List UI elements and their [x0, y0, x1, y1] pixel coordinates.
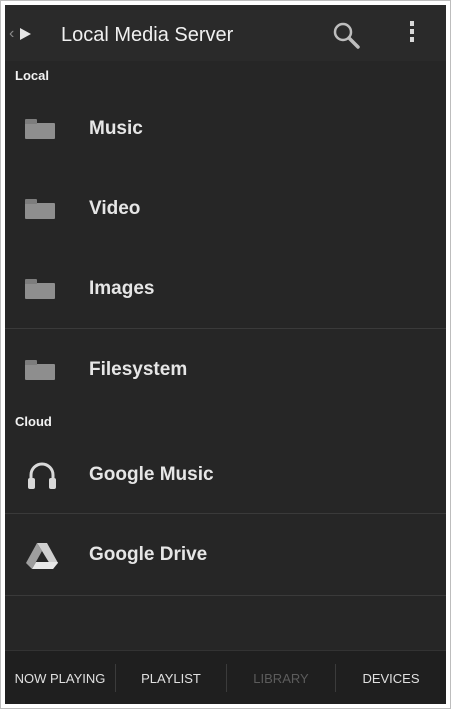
list-item-label: Video — [89, 198, 141, 219]
device-frame: ‹ Local Media Server Local Music Video I… — [0, 0, 451, 709]
google-drive-icon — [23, 539, 61, 571]
folder-icon — [23, 273, 61, 305]
divider — [5, 328, 446, 329]
divider — [5, 595, 446, 596]
section-header-cloud: Cloud — [15, 414, 52, 429]
bottom-tab-bar: NOW PLAYING PLAYLIST LIBRARY DEVICES — [5, 650, 446, 704]
list-item-label: Filesystem — [89, 359, 188, 380]
list-item-filesystem[interactable]: Filesystem — [5, 330, 446, 410]
tab-devices[interactable]: DEVICES — [336, 651, 446, 704]
tab-library[interactable]: LIBRARY — [227, 651, 335, 704]
action-bar: ‹ Local Media Server — [5, 5, 446, 61]
overflow-menu-icon[interactable] — [405, 21, 419, 51]
list-item-music[interactable]: Music — [5, 89, 446, 169]
folder-icon — [23, 354, 61, 386]
folder-icon — [23, 113, 61, 145]
app-screen: ‹ Local Media Server Local Music Video I… — [5, 5, 446, 704]
page-title: Local Media Server — [61, 24, 234, 46]
divider — [5, 513, 446, 514]
chevron-left-icon: ‹ — [9, 25, 15, 42]
section-header-local: Local — [15, 68, 49, 83]
list-item-label: Google Music — [89, 464, 214, 485]
list-item-google-drive[interactable]: Google Drive — [5, 515, 446, 595]
headphones-icon — [23, 459, 61, 491]
list-item-label: Google Drive — [89, 544, 208, 565]
list-item-google-music[interactable]: Google Music — [5, 435, 446, 515]
folder-icon — [23, 193, 61, 225]
up-navigation[interactable]: ‹ — [9, 25, 32, 43]
list-item-images[interactable]: Images — [5, 249, 446, 329]
tab-now-playing[interactable]: NOW PLAYING — [5, 651, 115, 704]
list-item-video[interactable]: Video — [5, 169, 446, 249]
search-icon[interactable] — [330, 20, 364, 50]
tab-playlist[interactable]: PLAYLIST — [116, 651, 226, 704]
list-item-label: Music — [89, 118, 143, 139]
list-item-label: Images — [89, 278, 155, 299]
app-logo-icon — [20, 28, 32, 40]
